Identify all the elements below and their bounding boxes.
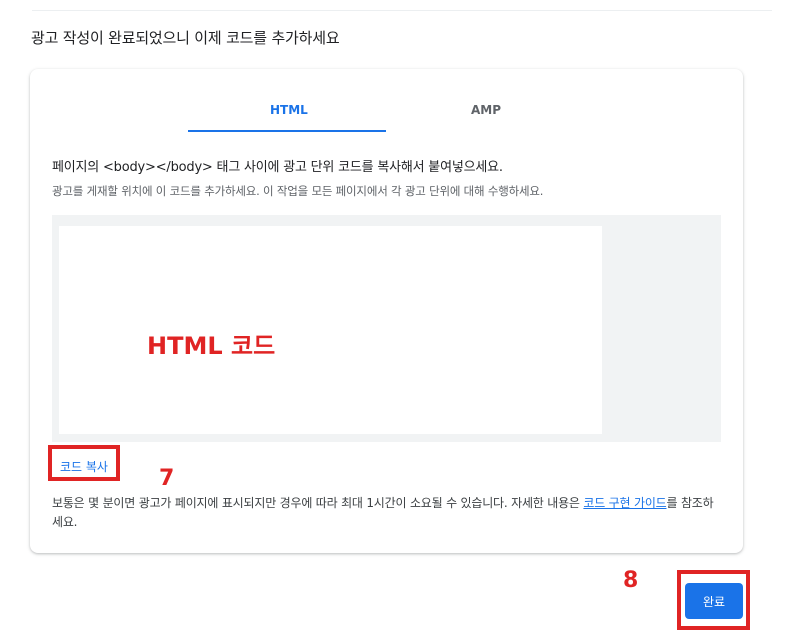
page-heading: 광고 작성이 완료되었으니 이제 코드를 추가하세요 [31, 29, 340, 47]
step-7-label: 7 [159, 466, 175, 491]
done-button[interactable]: 완료 [685, 583, 743, 619]
implementation-guide-link[interactable]: 코드 구현 가이드 [583, 496, 666, 510]
code-card: HTML AMP 페이지의 <body></body> 태그 사이에 광고 단위… [30, 69, 743, 553]
code-area: HTML 코드 [52, 215, 721, 442]
footer-note: 보통은 몇 분이면 광고가 페이지에 표시되지만 경우에 따라 최대 1시간이 … [52, 494, 724, 532]
copy-highlight-box [48, 445, 120, 481]
tab-amp[interactable]: AMP [471, 103, 501, 117]
instruction-subtext: 광고를 게재할 위치에 이 코드를 추가하세요. 이 작업을 모든 페이지에서 … [52, 184, 544, 198]
top-divider [32, 10, 772, 11]
active-tab-indicator [188, 130, 386, 132]
tab-html[interactable]: HTML [270, 103, 308, 117]
instruction-text: 페이지의 <body></body> 태그 사이에 광고 단위 코드를 복사해서… [52, 160, 503, 175]
code-annotation: HTML 코드 [147, 332, 276, 360]
code-box[interactable]: HTML 코드 [59, 226, 602, 434]
footer-text-before: 보통은 몇 분이면 광고가 페이지에 표시되지만 경우에 따라 최대 1시간이 … [52, 496, 584, 510]
step-8-label: 8 [623, 568, 639, 593]
